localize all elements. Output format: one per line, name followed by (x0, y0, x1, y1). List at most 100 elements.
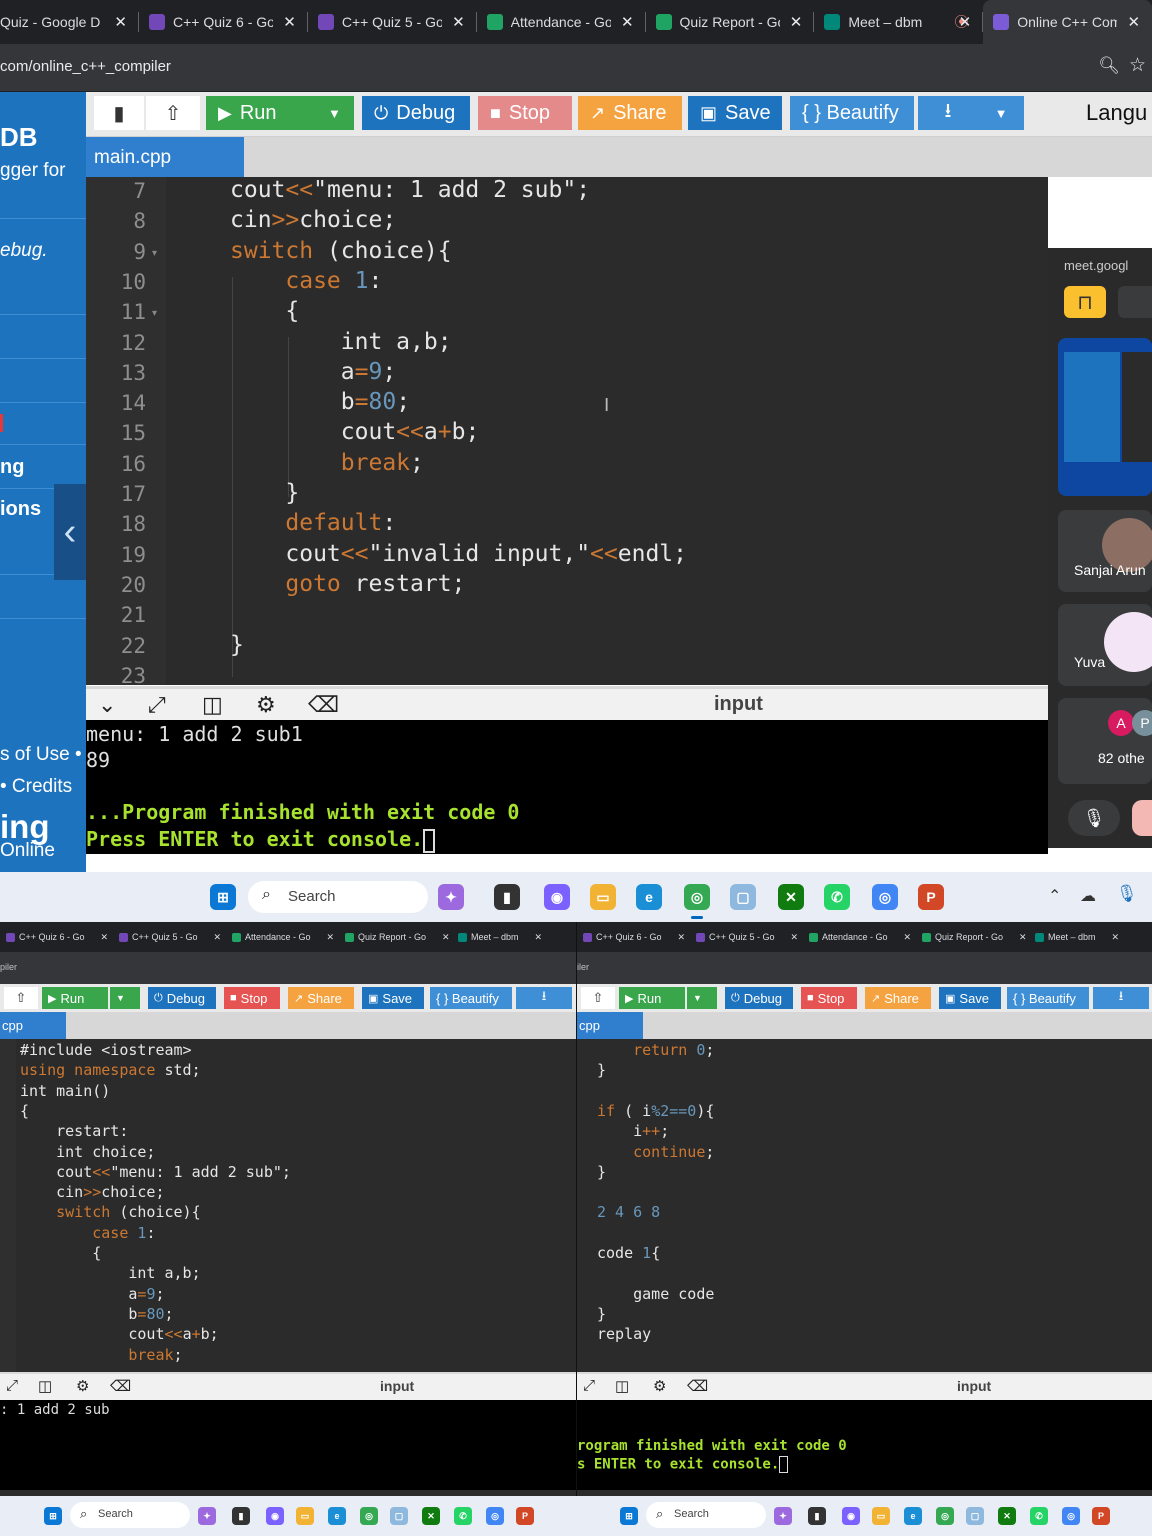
run-button[interactable]: ▶ Run (42, 987, 108, 1009)
mini-browser-tab[interactable]: Meet – dbm ✕ (458, 922, 568, 952)
run-button[interactable]: ▶ Run (206, 96, 316, 130)
powerpoint-icon[interactable]: P (918, 884, 944, 910)
mini-browser-tab[interactable]: C++ Quiz 6 - Go ✕ (583, 922, 693, 952)
clear-console-icon[interactable]: ⌫ (110, 1377, 131, 1395)
beautify-button[interactable]: { } Beautify (1007, 987, 1089, 1009)
run-dropdown-button[interactable]: ▼ (110, 987, 140, 1009)
browser-tab[interactable]: C++ Quiz 5 - Go ✕ (308, 0, 477, 44)
meet-participant-tile-1[interactable]: Sanjai Arun (1058, 510, 1152, 592)
stop-button[interactable]: ■ Stop (801, 987, 857, 1009)
file-tab[interactable]: cpp (577, 1012, 643, 1039)
windows-start-icon[interactable]: ⊞ (210, 884, 236, 910)
language-label[interactable]: Langu (1086, 100, 1147, 126)
windows-start-icon[interactable]: ⊞ (620, 1507, 638, 1525)
mini-browser-tab[interactable]: C++ Quiz 6 - Go ✕ (6, 922, 116, 952)
run-button[interactable]: ▶ Run (619, 987, 685, 1009)
save-button[interactable]: ▣ Save (362, 987, 424, 1009)
mini-browser-tab[interactable]: Attendance - Go ✕ (232, 922, 342, 952)
expand-icon[interactable]: ⤢ (6, 1377, 18, 1394)
new-file-button[interactable]: ▮ (94, 96, 144, 130)
app-icon[interactable]: ▢ (966, 1507, 984, 1525)
browser-tab[interactable]: Attendance - Go ✕ (477, 0, 646, 44)
cloud-icon[interactable]: ☁ (1080, 886, 1096, 906)
powerpoint-icon[interactable]: P (1092, 1507, 1110, 1525)
chrome-profile-icon[interactable]: ◎ (1062, 1507, 1080, 1525)
powerpoint-icon[interactable]: P (516, 1507, 534, 1525)
mini-browser-tab[interactable]: Meet – dbm ✕ (1035, 922, 1145, 952)
layout-icon[interactable]: ◫ (615, 1377, 629, 1395)
file-explorer-icon[interactable]: ▭ (296, 1507, 314, 1525)
tab-close-icon[interactable]: ✕ (1019, 932, 1027, 943)
tab-close-icon[interactable]: ✕ (442, 932, 450, 943)
mini-browser-tab[interactable]: Quiz Report - Go ✕ (922, 922, 1032, 952)
terms-of-use-link[interactable]: s of Use • (0, 744, 82, 766)
fold-arrow-icon[interactable]: ▾ (152, 308, 157, 319)
meet-effects-icon[interactable] (1118, 286, 1152, 318)
task-view-icon[interactable]: ▮ (232, 1507, 250, 1525)
clear-console-icon[interactable]: ⌫ (308, 692, 339, 718)
sidebar-item-ions[interactable]: ions (0, 498, 41, 521)
taskbar-search-box[interactable]: ⌕ Search (248, 881, 428, 913)
stop-button[interactable]: ■ Stop (224, 987, 280, 1009)
mini-browser-tab[interactable]: Attendance - Go ✕ (809, 922, 919, 952)
edge-icon[interactable]: e (636, 884, 662, 910)
debug-button[interactable]: ⏻ Debug (725, 987, 793, 1009)
chevron-up-icon[interactable]: ⌃ (1048, 886, 1061, 906)
share-button[interactable]: ↗ Share (288, 987, 354, 1009)
taskbar-search-box[interactable]: ⌕ Search (70, 1502, 190, 1528)
fold-arrow-icon[interactable]: ▾ (152, 248, 157, 259)
share-button[interactable]: ↗ Share (865, 987, 931, 1009)
mini-code-editor[interactable]: #include <iostream> using namespace std; i… (0, 1039, 576, 1372)
browser-tab[interactable]: Meet – dbm ⦿ ✕ (814, 0, 984, 44)
browser-tab[interactable]: Online C++ Com ✕ (983, 0, 1152, 44)
address-bar[interactable]: com/online_c++_compiler 🔍︎ ☆ (0, 44, 1152, 92)
xbox-icon[interactable]: ✕ (778, 884, 804, 910)
download-button[interactable]: ⭳ (516, 987, 572, 1009)
whatsapp-icon[interactable]: ✆ (1030, 1507, 1048, 1525)
task-view-icon[interactable]: ▮ (808, 1507, 826, 1525)
microphone-icon[interactable]: 🎙︎ (1116, 884, 1138, 904)
layout-icon[interactable]: ◫ (202, 692, 223, 718)
meet-door-icon[interactable]: ⊓ (1064, 286, 1106, 318)
tab-close-icon[interactable]: ✕ (327, 932, 335, 943)
download-button[interactable]: ⭳ (918, 96, 978, 130)
download-button[interactable]: ⭳ (1093, 987, 1149, 1009)
tab-close-icon[interactable]: ✕ (791, 932, 799, 943)
browser-tab[interactable]: C++ Quiz 6 - Go ✕ (139, 0, 308, 44)
meet-screen-share-thumbnail[interactable] (1058, 338, 1152, 496)
run-dropdown-button[interactable]: ▼ (316, 96, 354, 130)
expand-icon[interactable]: ⤢ (148, 692, 166, 718)
sidebar-collapse-chevron-icon[interactable]: ‹ (54, 484, 86, 580)
browser-tab[interactable]: Quiz Report - Go ✕ (646, 0, 815, 44)
clear-console-icon[interactable]: ⌫ (687, 1377, 708, 1395)
tab-close-icon[interactable]: ✕ (678, 932, 686, 943)
tab-close-icon[interactable]: ✕ (535, 932, 543, 943)
upload-button[interactable]: ⇧ (146, 96, 200, 130)
beautify-button[interactable]: { } Beautify (790, 96, 914, 130)
sidebar-item-ng[interactable]: ng (0, 456, 24, 479)
chrome-profile-icon[interactable]: ◎ (872, 884, 898, 910)
task-view-icon[interactable]: ▮ (494, 884, 520, 910)
xbox-icon[interactable]: ✕ (422, 1507, 440, 1525)
mini-browser-tab[interactable]: Quiz Report - Go ✕ (345, 922, 455, 952)
bookmark-star-icon[interactable]: ☆ (1129, 54, 1146, 77)
mini-browser-tab[interactable]: C++ Quiz 5 - Go ✕ (119, 922, 229, 952)
tab-close-icon[interactable]: ✕ (621, 13, 634, 31)
mini-address-bar[interactable]: piler (0, 952, 576, 984)
taskbar-search-box[interactable]: ⌕ Search (646, 1502, 766, 1528)
copilot-icon[interactable]: ◉ (842, 1507, 860, 1525)
copilot-icon[interactable]: ◉ (544, 884, 570, 910)
app-icon[interactable]: ▢ (390, 1507, 408, 1525)
expand-icon[interactable]: ⤢ (583, 1377, 595, 1394)
edge-icon[interactable]: e (328, 1507, 346, 1525)
mini-code-editor[interactable]: return 0;} if ( i%2==0){ i++; continue;} 2… (577, 1039, 1152, 1372)
browser-tab[interactable]: Quiz - Google Do ✕ (0, 0, 139, 44)
upload-button[interactable]: ⇧ (4, 987, 38, 1009)
mini-output-console[interactable]: : 1 add 2 sub (0, 1400, 576, 1490)
share-button[interactable]: ↗ Share (578, 96, 682, 130)
tab-close-icon[interactable]: ✕ (904, 932, 912, 943)
gear-icon[interactable]: ⚙ (653, 1377, 666, 1395)
gear-icon[interactable]: ⚙ (76, 1377, 89, 1395)
tab-close-icon[interactable]: ✕ (283, 13, 296, 31)
download-dropdown-button[interactable]: ▼ (978, 96, 1024, 130)
